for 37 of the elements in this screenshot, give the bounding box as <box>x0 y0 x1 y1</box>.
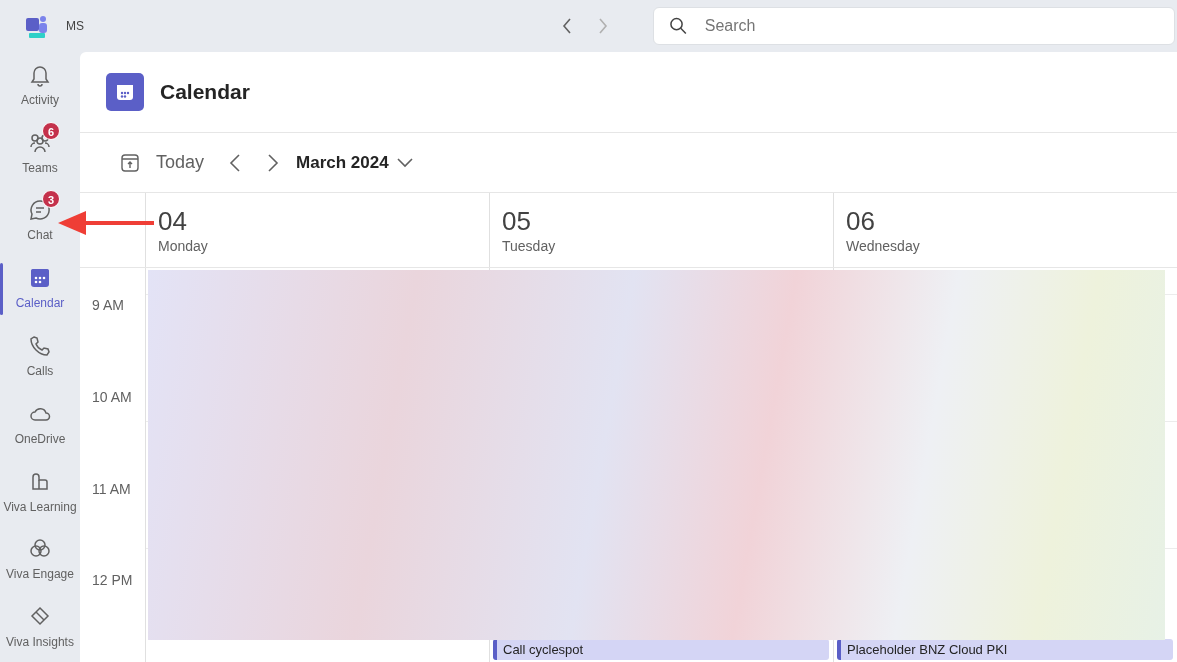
sidebar-item[interactable]: OneDrive <box>0 390 80 459</box>
sidebar-item[interactable]: Viva Learning <box>0 458 80 527</box>
sidebar-item[interactable]: Calendar <box>0 255 80 324</box>
hour-label: 10 AM <box>92 388 132 405</box>
calendar-event[interactable]: Placeholder BNZ Cloud PKI <box>837 638 1173 660</box>
weekday-name: Wednesday <box>846 236 921 256</box>
calendar-today-icon <box>120 152 140 173</box>
phone-icon <box>28 334 52 358</box>
weekday-name: Monday <box>158 236 209 256</box>
hour-label: 9 AM <box>92 297 124 313</box>
next-icon[interactable] <box>266 152 281 173</box>
hour-label: 12 PM <box>92 572 133 589</box>
sidebar-item[interactable]: Activity <box>0 52 80 120</box>
month-picker[interactable]: March 2024 <box>296 149 413 176</box>
calendar-app-icon <box>106 73 144 111</box>
sidebar-item[interactable]: Viva Engage <box>0 526 80 595</box>
day-number: 04 <box>158 207 188 236</box>
app-logo-icon <box>24 13 50 39</box>
search-icon <box>670 17 687 35</box>
account-initials[interactable]: MS <box>66 17 84 35</box>
calendar-event[interactable]: Call cyclespot <box>493 638 829 660</box>
hour-label: 11 AM <box>92 480 131 497</box>
page-title: Calendar <box>160 79 250 106</box>
weekday-name: Tuesday <box>502 236 557 256</box>
day-number: 06 <box>846 207 876 236</box>
notification-badge: 6 <box>42 121 60 140</box>
sidebar-item[interactable]: Calls <box>0 323 80 391</box>
previous-icon[interactable] <box>228 152 243 173</box>
chat-bubble-icon <box>28 198 52 223</box>
sidebar-item[interactable]: Teams 6 <box>0 119 80 188</box>
today-button[interactable]: Today <box>120 149 205 176</box>
search-field[interactable]: Search <box>653 7 1175 45</box>
sidebar-item[interactable]: Viva Insights <box>0 594 80 662</box>
search-input[interactable]: Search <box>702 13 1158 39</box>
chevron-down-icon <box>396 157 413 168</box>
day-number: 05 <box>502 207 532 236</box>
notification-badge: 3 <box>42 189 60 208</box>
